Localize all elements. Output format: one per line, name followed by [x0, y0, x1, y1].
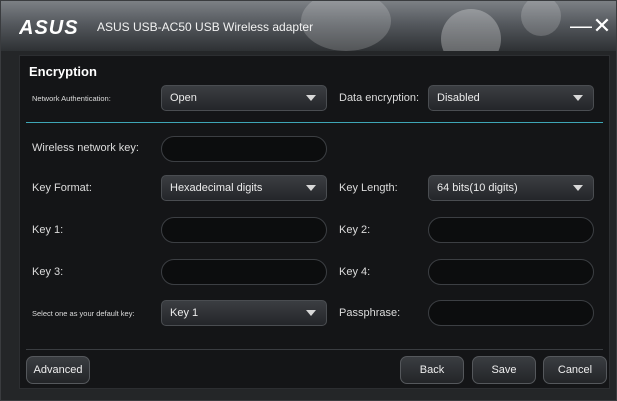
passphrase-label: Passphrase:	[339, 307, 401, 319]
section-divider	[26, 122, 603, 123]
key1-label: Key 1:	[32, 224, 64, 236]
chevron-down-icon	[306, 95, 316, 101]
key4-input[interactable]	[428, 259, 594, 285]
default-key-dropdown[interactable]: Key 1	[161, 300, 327, 326]
key-length-dropdown[interactable]: 64 bits(10 digits)	[428, 175, 594, 201]
default-key-value: Key 1	[170, 307, 199, 319]
asus-logo-icon: ASUS	[19, 18, 79, 36]
decorative-bubble	[521, 1, 561, 36]
decorative-bubble	[441, 9, 501, 51]
save-button[interactable]: Save	[472, 356, 536, 384]
decorative-bubble	[301, 1, 391, 51]
cancel-button[interactable]: Cancel	[543, 356, 607, 384]
advanced-button[interactable]: Advanced	[26, 356, 90, 384]
key-format-dropdown[interactable]: Hexadecimal digits	[161, 175, 327, 201]
close-icon[interactable]: ✕	[590, 15, 614, 39]
key4-label: Key 4:	[339, 266, 371, 278]
chevron-down-icon	[573, 185, 583, 191]
chevron-down-icon	[573, 95, 583, 101]
key-format-value: Hexadecimal digits	[170, 182, 263, 194]
key2-input[interactable]	[428, 217, 594, 243]
data-encryption-value: Disabled	[437, 92, 480, 104]
network-auth-dropdown[interactable]: Open	[161, 85, 327, 111]
key1-input[interactable]	[161, 217, 327, 243]
key-format-label: Key Format:	[32, 182, 92, 194]
key-length-value: 64 bits(10 digits)	[437, 182, 518, 194]
wireless-key-label: Wireless network key:	[32, 142, 139, 154]
key2-label: Key 2:	[339, 224, 371, 236]
default-key-label: Select one as your default key:	[32, 309, 135, 318]
title-bar[interactable]: ASUS ASUS USB-AC50 USB Wireless adapter …	[1, 1, 616, 51]
passphrase-input[interactable]	[428, 300, 594, 326]
brand-logo-text: ASUS	[19, 18, 79, 36]
wireless-key-input[interactable]	[161, 136, 327, 162]
key3-label: Key 3:	[32, 266, 64, 278]
app-window: ASUS ASUS USB-AC50 USB Wireless adapter …	[0, 0, 617, 401]
data-encryption-label: Data encryption:	[339, 92, 420, 104]
chevron-down-icon	[306, 185, 316, 191]
network-auth-value: Open	[170, 92, 197, 104]
network-auth-label: Network Authentication:	[32, 94, 111, 103]
section-title: Encryption	[29, 64, 97, 79]
encryption-panel: Encryption Network Authentication: Open …	[19, 55, 610, 389]
data-encryption-dropdown[interactable]: Disabled	[428, 85, 594, 111]
back-button[interactable]: Back	[400, 356, 464, 384]
window-title: ASUS USB-AC50 USB Wireless adapter	[97, 20, 314, 34]
chevron-down-icon	[306, 310, 316, 316]
key-length-label: Key Length:	[339, 182, 398, 194]
footer-divider	[26, 349, 603, 350]
key3-input[interactable]	[161, 259, 327, 285]
